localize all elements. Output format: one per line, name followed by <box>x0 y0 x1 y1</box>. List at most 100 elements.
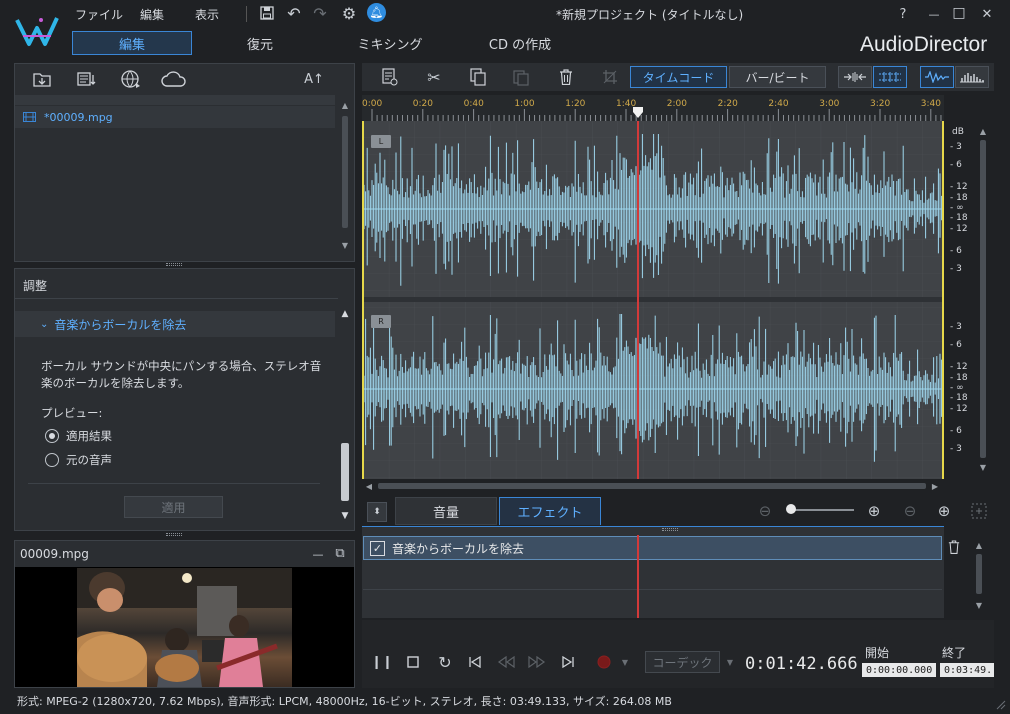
menu-edit[interactable]: 編集 <box>140 6 164 23</box>
online-globe-icon[interactable] <box>118 67 144 91</box>
ruler-label: 0:20 <box>412 99 434 109</box>
preview-expand-icon[interactable]: ⧉ <box>332 545 348 561</box>
skip-to-start-icon[interactable] <box>465 652 485 672</box>
waveform-compress-button[interactable] <box>838 66 872 88</box>
paste-icon[interactable] <box>510 66 532 88</box>
menu-file[interactable]: ファイル <box>75 6 123 23</box>
scroll-up-icon[interactable]: ▲ <box>340 100 350 110</box>
channel-left-label: L <box>371 135 391 148</box>
save-icon[interactable] <box>258 4 276 22</box>
rewind-icon[interactable] <box>495 652 517 672</box>
delete-trash-icon[interactable] <box>555 66 577 88</box>
pause-icon[interactable]: ❙❙ <box>371 652 393 672</box>
start-time-field[interactable]: 0:00:00.000 <box>862 663 936 677</box>
db-tick-label: - 12 <box>950 362 968 372</box>
splitter-grip[interactable] <box>662 528 678 531</box>
cut-scissors-icon[interactable]: ✂ <box>423 66 445 88</box>
library-file-item[interactable]: *00009.mpg <box>15 106 335 128</box>
settings-gear-icon[interactable]: ⚙ <box>339 3 359 23</box>
adjust-panel <box>14 268 355 531</box>
crop-icon[interactable] <box>599 66 621 88</box>
menu-view[interactable]: 表示 <box>195 6 219 23</box>
help-button[interactable]: ? <box>894 5 912 23</box>
splitter-grip[interactable] <box>166 263 182 266</box>
fit-screen-icon[interactable] <box>968 500 990 522</box>
collapse-toggle-icon[interactable]: ⬍ <box>367 502 387 522</box>
vertical-scrollbar[interactable]: ▲ ▼ <box>976 122 990 477</box>
scroll-thumb[interactable] <box>980 140 986 458</box>
tab-mixing[interactable]: ミキシング <box>330 31 450 55</box>
db-tick-label: - 12 <box>950 404 968 414</box>
scroll-up-icon[interactable]: ▲ <box>340 309 350 319</box>
effect-name: 音楽からボーカルを除去 <box>392 541 525 556</box>
codec-button[interactable]: コーデック <box>645 651 720 673</box>
scroll-up-icon[interactable]: ▲ <box>978 126 988 136</box>
codec-dropdown-icon[interactable]: ▼ <box>724 655 736 669</box>
adjust-scrollbar[interactable]: ▲ ▼ <box>338 305 352 525</box>
library-scrollbar[interactable]: ▲ ▼ <box>338 96 352 256</box>
tab-volume[interactable]: 音量 <box>395 497 497 525</box>
minimize-button[interactable]: — <box>925 5 943 23</box>
zoom-out-horizontal-icon[interactable]: ⊖ <box>753 500 777 522</box>
notification-bell-icon[interactable]: 🔔︎ <box>367 3 386 22</box>
sort-button[interactable]: A↑ <box>298 69 330 89</box>
radio-original-audio[interactable]: 元の音声 <box>45 452 112 468</box>
scroll-right-icon[interactable]: ▶ <box>930 481 940 491</box>
checkbox-checked-icon[interactable]: ✓ <box>370 540 385 556</box>
undo-icon[interactable]: ↶ <box>285 4 303 23</box>
zoom-in-horizontal-icon[interactable]: ⊕ <box>862 500 886 522</box>
spectrum-view-button[interactable] <box>955 66 989 88</box>
scroll-thumb[interactable] <box>378 483 926 489</box>
copy-icon[interactable] <box>467 66 489 88</box>
scroll-left-icon[interactable]: ◀ <box>364 481 374 491</box>
playhead-line <box>637 121 639 479</box>
effect-scrollbar[interactable]: ▲ ▼ <box>972 536 986 616</box>
effect-item[interactable]: ✓ 音楽からボーカルを除去 <box>363 536 942 560</box>
radio-applied-result[interactable]: 適用結果 <box>45 428 112 444</box>
maximize-button[interactable]: □ <box>950 4 968 22</box>
scroll-down-icon[interactable]: ▼ <box>340 240 350 250</box>
scroll-down-icon[interactable]: ▼ <box>978 462 988 472</box>
tab-restore[interactable]: 復元 <box>200 31 320 55</box>
scroll-up-icon[interactable]: ▲ <box>974 540 984 550</box>
adjust-section-header[interactable]: ⌄ 音楽からボーカルを除去 <box>15 311 335 337</box>
zoom-out-vertical-icon[interactable]: ⊖ <box>898 500 922 522</box>
splitter-grip[interactable] <box>166 533 182 536</box>
zoom-slider-thumb[interactable] <box>786 504 796 514</box>
end-time-field[interactable]: 0:03:49. <box>940 663 994 677</box>
zoom-in-vertical-icon[interactable]: ⊕ <box>932 500 956 522</box>
scroll-down-icon[interactable]: ▼ <box>974 600 984 610</box>
tab-effect[interactable]: エフェクト <box>499 497 601 525</box>
import-file-icon[interactable] <box>30 68 54 90</box>
loop-icon[interactable]: ↻ <box>435 652 455 672</box>
record-icon[interactable] <box>594 652 614 672</box>
scroll-thumb[interactable] <box>341 443 349 501</box>
cloud-icon[interactable] <box>160 67 188 91</box>
db-tick-label: - 6 <box>950 246 962 256</box>
waveform-expand-button[interactable] <box>873 66 907 88</box>
skip-to-end-icon[interactable] <box>558 652 578 672</box>
properties-icon[interactable] <box>379 66 401 88</box>
horizontal-scrollbar[interactable]: ◀ ▶ <box>362 480 944 492</box>
delete-effect-icon[interactable] <box>946 538 962 556</box>
bar-beat-toggle[interactable]: バー/ビート <box>729 66 826 88</box>
scroll-thumb[interactable] <box>976 554 982 594</box>
preview-minimize-button[interactable]: — <box>310 546 326 562</box>
zoom-slider-track[interactable] <box>788 509 854 511</box>
scroll-down-icon[interactable]: ▼ <box>340 511 350 521</box>
close-button[interactable]: ✕ <box>978 5 996 23</box>
redo-icon[interactable]: ↷ <box>311 4 329 23</box>
import-list-icon[interactable] <box>75 68 99 90</box>
stop-icon[interactable] <box>403 652 423 672</box>
waveform-view-button[interactable] <box>920 66 954 88</box>
scroll-thumb[interactable] <box>342 116 348 228</box>
library-file-name: *00009.mpg <box>44 110 113 124</box>
apply-button[interactable]: 適用 <box>124 496 223 518</box>
tab-cd-create[interactable]: CD の作成 <box>460 31 580 55</box>
fast-forward-icon[interactable] <box>526 652 548 672</box>
timecode-toggle[interactable]: タイムコード <box>630 66 727 88</box>
tab-edit[interactable]: 編集 <box>72 31 192 55</box>
record-dropdown-icon[interactable]: ▼ <box>619 655 631 669</box>
resize-grip-icon[interactable] <box>994 698 1006 710</box>
playhead-marker-icon[interactable] <box>632 106 644 119</box>
